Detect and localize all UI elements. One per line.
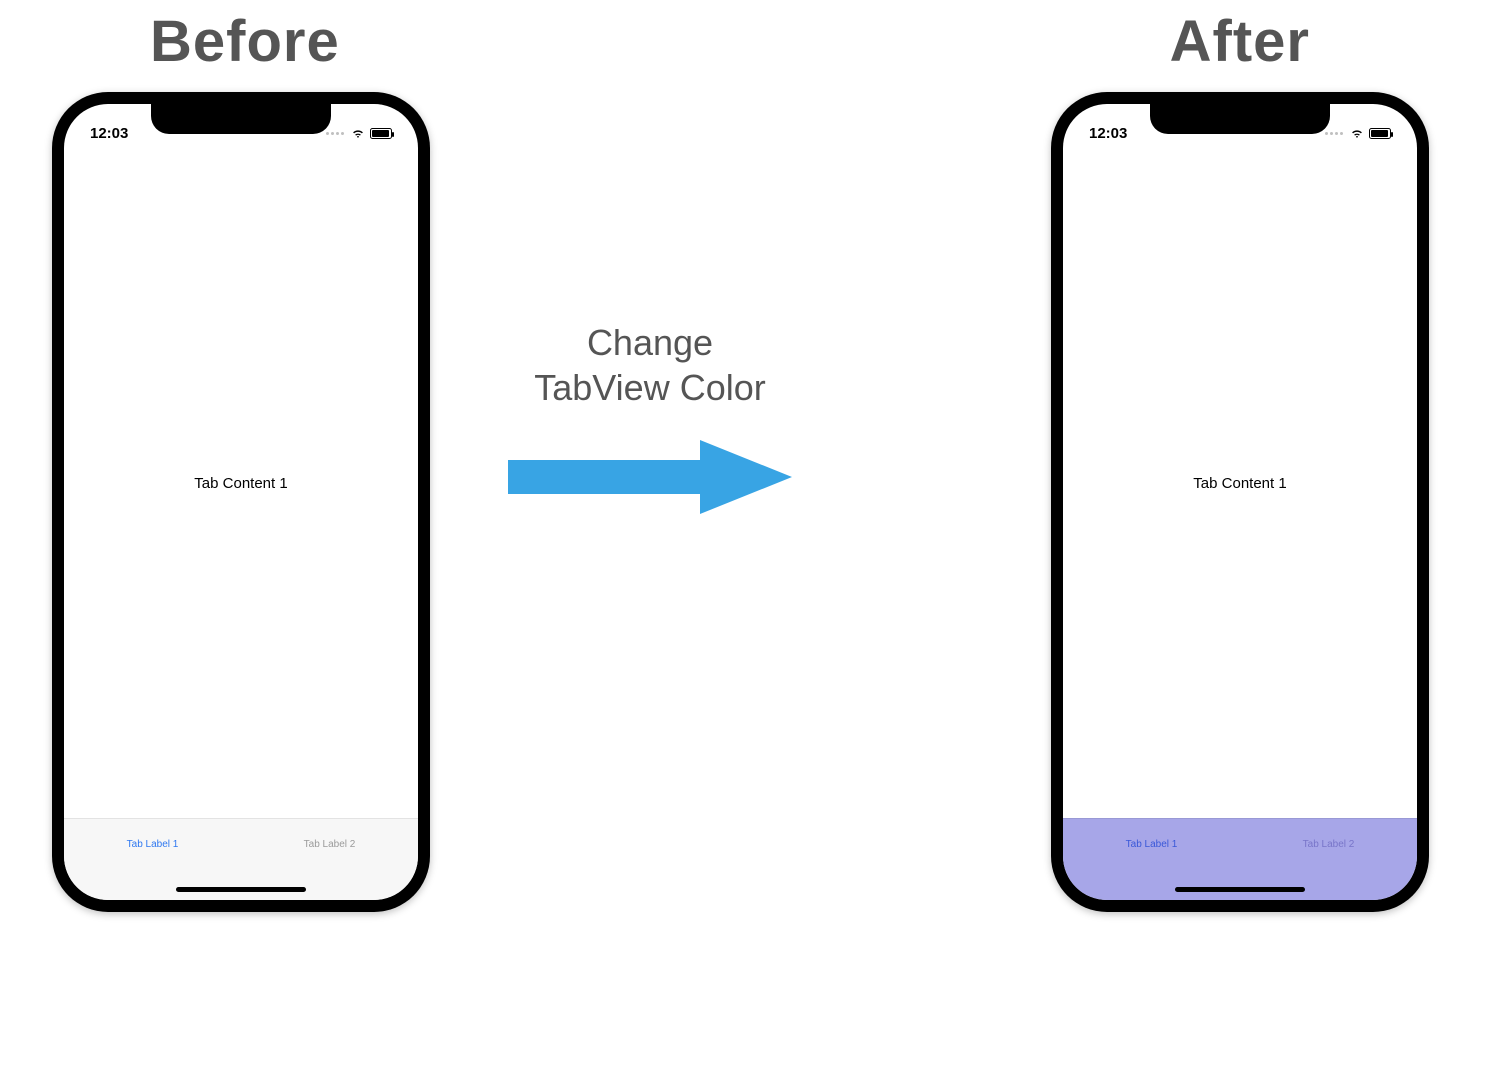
- phone-before: 12:03 Tab Content 1 Tab Label 1 Tab Labe…: [52, 92, 430, 912]
- heading-before: Before: [150, 8, 340, 75]
- tab-label: Tab Label 2: [1303, 839, 1355, 850]
- wifi-icon: [1350, 126, 1364, 140]
- tab-item-1[interactable]: Tab Label 1: [1063, 829, 1240, 876]
- cellular-icon: [326, 132, 344, 135]
- home-indicator: [176, 887, 306, 892]
- tab-label: Tab Label 2: [304, 839, 356, 850]
- notch: [1150, 104, 1330, 134]
- heading-after: After: [1170, 8, 1310, 75]
- phone-screen: 12:03 Tab Content 1 Tab Label 1 Tab Labe…: [1063, 104, 1417, 900]
- tab-item-1[interactable]: Tab Label 1: [64, 829, 241, 876]
- status-right-icons: [326, 126, 392, 140]
- phone-after: 12:03 Tab Content 1 Tab Label 1 Tab Labe…: [1051, 92, 1429, 912]
- content-text: Tab Content 1: [194, 475, 287, 492]
- status-time: 12:03: [90, 125, 128, 142]
- battery-icon: [370, 128, 392, 139]
- arrow-right-icon: [490, 432, 810, 522]
- change-line-2: TabView Color: [534, 367, 765, 408]
- change-line-1: Change: [587, 322, 713, 363]
- content-area: Tab Content 1: [1063, 148, 1417, 818]
- phone-screen: 12:03 Tab Content 1 Tab Label 1 Tab Labe…: [64, 104, 418, 900]
- status-right-icons: [1325, 126, 1391, 140]
- status-time: 12:03: [1089, 125, 1127, 142]
- tab-label: Tab Label 1: [127, 839, 179, 850]
- notch: [151, 104, 331, 134]
- change-text: Change TabView Color: [490, 320, 810, 410]
- center-annotation: Change TabView Color: [490, 320, 810, 522]
- battery-icon: [1369, 128, 1391, 139]
- content-text: Tab Content 1: [1193, 475, 1286, 492]
- cellular-icon: [1325, 132, 1343, 135]
- home-indicator: [1175, 887, 1305, 892]
- tab-label: Tab Label 1: [1126, 839, 1178, 850]
- wifi-icon: [351, 126, 365, 140]
- content-area: Tab Content 1: [64, 148, 418, 818]
- tab-item-2[interactable]: Tab Label 2: [241, 829, 418, 876]
- tab-item-2[interactable]: Tab Label 2: [1240, 829, 1417, 876]
